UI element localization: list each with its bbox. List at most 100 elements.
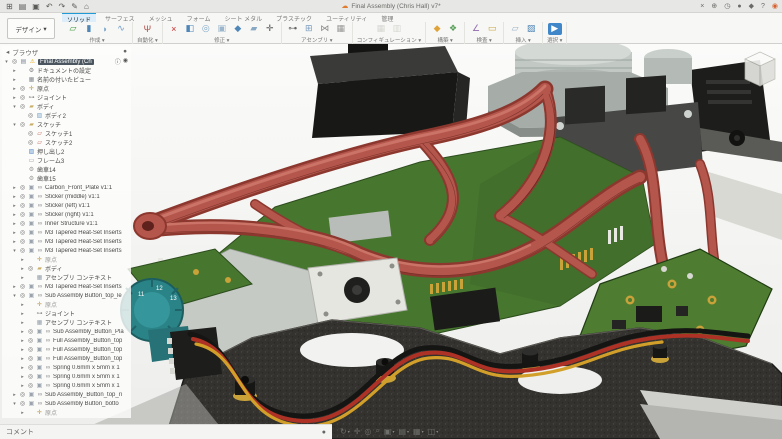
home-icon[interactable]: ⌂ — [84, 0, 89, 13]
pan-icon[interactable]: ✛ — [354, 427, 361, 436]
redo-icon[interactable]: ↷ — [59, 0, 66, 13]
shell-icon[interactable]: ◎ — [199, 23, 213, 35]
browser-tree-item[interactable]: ◎▱スケッチ1 — [2, 129, 131, 138]
browser-tree-item[interactable]: ▸◎▣∞Full Assembly_Button_top — [2, 345, 131, 354]
browser-tree-item[interactable]: ▸◎▣∞Spring 0.6mm x 5mm x 1 — [2, 363, 131, 372]
measure-icon[interactable]: ∠ — [469, 23, 483, 35]
tree-caret-icon[interactable]: ▸ — [12, 203, 17, 209]
visibility-eye-icon[interactable]: ◎ — [19, 184, 26, 191]
tree-caret-icon[interactable]: ▸ — [20, 338, 25, 344]
visibility-eye-icon[interactable]: ◎ — [27, 328, 34, 335]
browser-tree-item[interactable]: ▸◎▣∞M3 Tapered Heat-Set Inserts — [2, 228, 131, 237]
browser-tree-item[interactable]: ▸⚙ドキュメントの設定 — [2, 66, 131, 75]
tree-caret-icon[interactable]: ▸ — [20, 383, 25, 389]
tree-caret-icon[interactable]: ▸ — [20, 329, 25, 335]
zoom-icon[interactable]: ⌕ — [375, 426, 379, 436]
workspace-selector[interactable]: デザイン ▾ — [7, 18, 55, 39]
insert-derive-icon[interactable]: ▱ — [508, 23, 522, 35]
browser-tree-item[interactable]: ▾◎▰スケッチ — [2, 120, 131, 129]
tree-caret-icon[interactable]: ▸ — [20, 365, 25, 371]
look-at-icon[interactable]: ◎ — [364, 427, 371, 436]
ribbon-tab-ユーティリティ[interactable]: ユーティリティ — [321, 13, 372, 22]
browser-tree-item[interactable]: ▸◎▣∞Full Assembly_Button_top — [2, 354, 131, 363]
application-menu-icon[interactable]: ⊞ — [6, 0, 13, 13]
extrude-icon[interactable]: ▮ — [82, 23, 96, 35]
draft-icon[interactable]: ▣ — [215, 23, 229, 35]
tree-caret-icon[interactable]: ▸ — [20, 311, 25, 317]
visibility-eye-icon[interactable]: ◎ — [27, 130, 34, 137]
viewports-icon[interactable]: ◫▾ — [428, 427, 439, 436]
tree-caret-icon[interactable]: ▸ — [20, 320, 25, 326]
browser-tree-item[interactable]: ⚙歯車15 — [2, 174, 131, 183]
visibility-eye-icon[interactable]: ◎ — [19, 220, 26, 227]
browser-tree-item[interactable]: ▸✛原点 — [2, 255, 131, 264]
browser-tree-item[interactable]: ◎▧ボディ2 — [2, 111, 131, 120]
tree-caret-icon[interactable]: ▸ — [12, 284, 17, 290]
fillet-icon[interactable]: ◧ — [183, 23, 197, 35]
tree-caret-icon[interactable]: ▸ — [20, 410, 25, 416]
visibility-eye-icon[interactable]: ◎ — [19, 103, 26, 110]
section-analysis-icon[interactable]: ▭ — [485, 23, 499, 35]
tree-caret-icon[interactable]: ▸ — [12, 95, 17, 101]
tree-caret-icon[interactable]: ▾ — [12, 122, 17, 128]
tree-caret-icon[interactable]: ▸ — [12, 239, 17, 245]
file-menu-icon[interactable]: ▤ — [19, 0, 27, 13]
tree-caret-icon[interactable]: ▸ — [12, 86, 17, 92]
browser-filter-icon[interactable]: ● — [123, 48, 127, 55]
canvas-insert-icon[interactable]: ▨ — [524, 23, 538, 35]
revolve-icon[interactable]: ◗ — [98, 23, 112, 35]
browser-tree-item[interactable]: ▸◎▰ボディ — [2, 264, 131, 273]
tree-caret-icon[interactable]: ▸ — [20, 266, 25, 272]
offset-face-icon[interactable]: ▰ — [247, 23, 261, 35]
ribbon-group-label[interactable]: 作成 ▾ — [89, 36, 104, 44]
undo-icon[interactable]: ↶ — [46, 0, 53, 13]
help-icon[interactable]: ? — [761, 3, 765, 10]
visibility-eye-icon[interactable]: ◎ — [19, 238, 26, 245]
tree-caret-icon[interactable]: ▾ — [12, 293, 17, 299]
tree-caret-icon[interactable]: ▸ — [20, 356, 25, 362]
ribbon-tab-ソリッド[interactable]: ソリッド — [62, 13, 96, 22]
browser-tree-item[interactable]: ▸✛原点 — [2, 408, 131, 417]
visibility-eye-icon[interactable]: ◎ — [19, 247, 26, 254]
tree-caret-icon[interactable]: ▸ — [12, 185, 17, 191]
browser-tree-item[interactable]: ▸⊶ジョイント — [2, 309, 131, 318]
browser-tree-item[interactable]: ◎▱スケッチ2 — [2, 138, 131, 147]
visibility-eye-icon[interactable]: ◎ — [19, 211, 26, 218]
comments-bar[interactable]: コメント ● — [0, 424, 332, 439]
document-tab[interactable]: ☁ Final Assembly (Chris Hall) v7* — [341, 2, 440, 10]
browser-tree-item[interactable]: ▸▦アセンブリ コンテキスト — [2, 318, 131, 327]
visibility-eye-icon[interactable]: ◎ — [27, 346, 34, 353]
configuration-table-icon[interactable]: ▦ — [374, 23, 388, 35]
feedback-icon[interactable]: ✎ — [71, 0, 78, 13]
visibility-eye-icon[interactable]: ◎ — [27, 265, 34, 272]
extensions-icon[interactable]: ⊕ — [711, 2, 717, 10]
press-pull-icon[interactable]: × — [167, 23, 181, 35]
visibility-eye-icon[interactable]: ◎ — [19, 202, 26, 209]
select-icon[interactable]: ▶ — [548, 23, 562, 35]
create-sketch-icon[interactable]: ▱ — [66, 23, 80, 35]
tree-caret-icon[interactable]: ▸ — [12, 77, 17, 83]
ribbon-tab-プラスチック[interactable]: プラスチック — [271, 13, 317, 22]
tree-caret-icon[interactable]: ▸ — [12, 221, 17, 227]
ribbon-group-label[interactable]: 構築 ▾ — [437, 36, 452, 44]
visibility-eye-icon[interactable]: ◎ — [27, 373, 34, 380]
browser-tree-item[interactable]: ▸◎▣∞Sticker (left) v1:1 — [2, 201, 131, 210]
visibility-eye-icon[interactable]: ◎ — [19, 400, 26, 407]
browser-tree-item[interactable]: ▸▦アセンブリ コンテキスト — [2, 273, 131, 282]
tree-item-status-icons[interactable]: ⓘ◉ — [115, 57, 131, 66]
user-avatar-icon[interactable]: ◉ — [772, 2, 778, 10]
ribbon-group-label[interactable]: アセンブリ ▾ — [301, 36, 333, 44]
construct-plane-icon[interactable]: ◆ — [430, 23, 444, 35]
move-copy-icon[interactable]: ✛ — [263, 23, 277, 35]
as-built-joint-icon[interactable]: ⋈ — [318, 23, 332, 35]
tree-caret-icon[interactable]: ▸ — [20, 374, 25, 380]
browser-tree-item[interactable]: ▸◎▣∞Inner Structure v1:1 — [2, 219, 131, 228]
visibility-eye-icon[interactable]: ◎ — [19, 121, 26, 128]
tree-caret-icon[interactable]: ▸ — [12, 68, 17, 74]
browser-tree-item[interactable]: ▾◎▣∞Sub Assembly Button_botto — [2, 399, 131, 408]
tree-caret-icon[interactable]: ▸ — [20, 257, 25, 263]
ribbon-group-label[interactable]: 検査 ▾ — [476, 36, 491, 44]
browser-tree-item[interactable]: ▸◎▣∞Carbon_Front_Plate v1:1 — [2, 183, 131, 192]
browser-tree-item[interactable]: ▾◎▤⚠Final Assembly (Chⓘ◉ — [2, 57, 131, 66]
visibility-eye-icon[interactable]: ◎ — [19, 292, 26, 299]
